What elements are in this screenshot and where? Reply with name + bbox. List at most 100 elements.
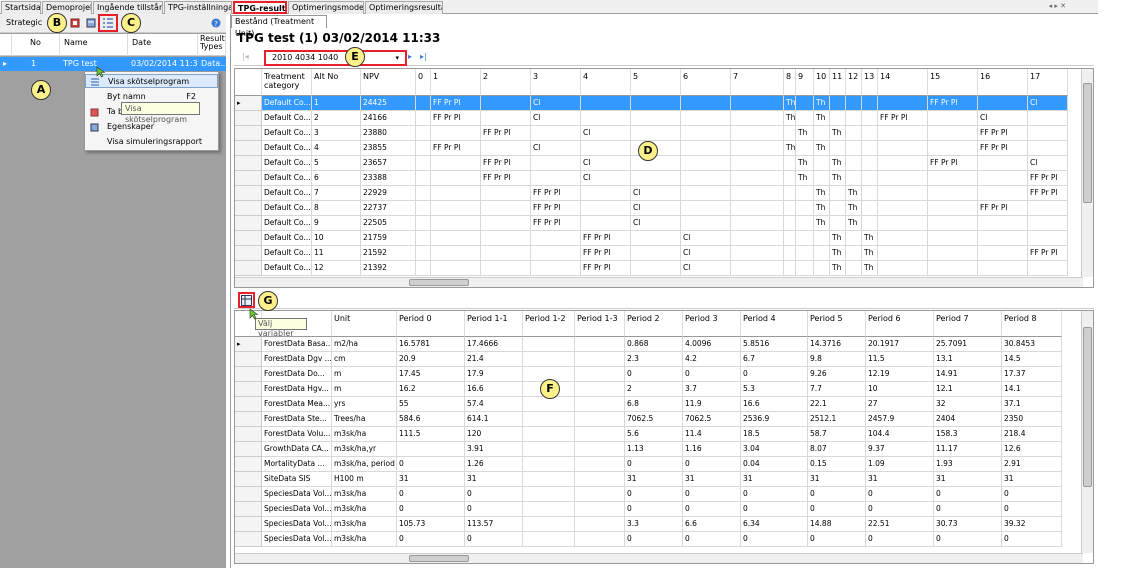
variable-cell[interactable]: 0 <box>683 457 741 472</box>
treatment-cell[interactable] <box>928 111 978 126</box>
treatment-cell[interactable]: Th <box>830 156 846 171</box>
row-indicator[interactable] <box>235 216 262 231</box>
treatment-col-header[interactable]: 8 <box>784 69 796 96</box>
variable-col-header[interactable]: Period 4 <box>741 311 808 337</box>
variable-cell[interactable] <box>575 472 625 487</box>
row-indicator[interactable] <box>235 487 262 502</box>
treatment-cell[interactable]: FF Pr Pl <box>928 156 978 171</box>
variable-cell[interactable]: 20.1917 <box>866 337 934 352</box>
variable-cell[interactable]: 31 <box>866 472 934 487</box>
variable-col-header[interactable]: Period 1-2 <box>523 311 575 337</box>
treatment-cell[interactable]: Default Co... <box>262 141 312 156</box>
variable-cell[interactable]: 12.6 <box>1002 442 1062 457</box>
variable-cell[interactable]: 0.15 <box>808 457 866 472</box>
variable-cell[interactable]: 22.1 <box>808 397 866 412</box>
export-icon[interactable] <box>70 18 80 28</box>
variable-cell[interactable]: 0 <box>808 532 866 547</box>
treatment-cell[interactable] <box>681 111 731 126</box>
treatment-col-header[interactable]: 6 <box>681 69 731 96</box>
variable-cell[interactable]: 0 <box>397 487 465 502</box>
variable-cell[interactable] <box>575 457 625 472</box>
variable-cell[interactable]: 16.6 <box>741 397 808 412</box>
row-indicator[interactable] <box>235 427 262 442</box>
treatment-cell[interactable] <box>731 246 784 261</box>
treatment-cell[interactable] <box>830 96 846 111</box>
result-row-tpg-test[interactable]: ▸ 1 TPG test 03/02/2014 11:33 Data... <box>0 57 226 71</box>
treatment-unit-select[interactable]: 2010 4034 1040 ▾ <box>264 50 407 66</box>
variable-cell[interactable]: 4.0096 <box>683 337 741 352</box>
treatment-cell[interactable]: 22929 <box>361 186 416 201</box>
treatment-cell[interactable] <box>846 141 862 156</box>
treatment-cell[interactable] <box>796 96 814 111</box>
treatment-cell[interactable] <box>784 126 796 141</box>
treatment-cell[interactable] <box>631 96 681 111</box>
variable-cell[interactable]: 0 <box>683 367 741 382</box>
variable-cell[interactable]: 4.2 <box>683 352 741 367</box>
variable-cell[interactable]: 120 <box>465 427 523 442</box>
treatment-col-header[interactable]: 0 <box>416 69 431 96</box>
treatment-cell[interactable] <box>1028 111 1068 126</box>
variable-cell[interactable]: m <box>332 382 397 397</box>
treatment-cell[interactable]: Cl <box>581 156 631 171</box>
treatment-cell[interactable]: Th <box>814 96 830 111</box>
tab-tpg-resultat[interactable]: TPG-resultat <box>233 1 287 14</box>
treatment-cell[interactable] <box>846 111 862 126</box>
treatment-cell[interactable] <box>731 111 784 126</box>
variable-cell[interactable]: 14.88 <box>808 517 866 532</box>
variable-cell[interactable]: 20.9 <box>397 352 465 367</box>
variable-cell[interactable] <box>575 352 625 367</box>
variable-cell[interactable] <box>523 517 575 532</box>
treatment-cell[interactable]: Cl <box>681 246 731 261</box>
treatment-cell[interactable] <box>531 156 581 171</box>
treatment-cell[interactable]: Cl <box>631 201 681 216</box>
treatment-cell[interactable] <box>846 96 862 111</box>
treatment-cell[interactable]: Cl <box>978 111 1028 126</box>
variable-cell[interactable] <box>575 397 625 412</box>
variable-cell[interactable]: SpeciesData Vol... <box>262 517 332 532</box>
treatment-cell[interactable]: Default Co... <box>262 201 312 216</box>
tab-scroll-arrows[interactable]: ◂ ▸ ✕ <box>1049 2 1066 10</box>
variable-cell[interactable]: 31 <box>465 472 523 487</box>
treatment-cell[interactable]: 22505 <box>361 216 416 231</box>
col-header-no[interactable]: No <box>28 34 60 56</box>
variable-col-header[interactable]: Period 8 <box>1002 311 1062 337</box>
variable-cell[interactable]: 31 <box>808 472 866 487</box>
treatment-cell[interactable] <box>1028 141 1068 156</box>
variable-cell[interactable]: 11.4 <box>683 427 741 442</box>
variable-cell[interactable]: 12.1 <box>934 382 1002 397</box>
treatment-cell[interactable] <box>796 186 814 201</box>
treatment-cell[interactable]: FF Pr Pl <box>878 111 928 126</box>
treatment-cell[interactable] <box>878 201 928 216</box>
treatment-cell[interactable] <box>814 126 830 141</box>
variable-cell[interactable]: 13.1 <box>934 352 1002 367</box>
lower-grid-vertical-scrollbar[interactable] <box>1081 311 1093 553</box>
row-indicator[interactable] <box>235 517 262 532</box>
row-indicator[interactable] <box>235 156 262 171</box>
tab-tpg-installningar[interactable]: TPG-inställningar <box>164 1 232 14</box>
variable-cell[interactable] <box>523 337 575 352</box>
variable-cell[interactable]: 31 <box>741 472 808 487</box>
treatment-cell[interactable] <box>846 231 862 246</box>
treatment-col-header[interactable]: 9 <box>796 69 814 96</box>
menu-item-visa-simuleringsrapport[interactable]: Visa simuleringsrapport <box>85 135 218 149</box>
treatment-cell[interactable]: Th <box>846 201 862 216</box>
variable-col-header[interactable]: Period 0 <box>397 311 465 337</box>
treatment-cell[interactable]: FF Pr Pl <box>1028 186 1068 201</box>
treatment-cell[interactable] <box>1028 126 1068 141</box>
treatment-cell[interactable]: Cl <box>631 186 681 201</box>
variable-cell[interactable]: 584.6 <box>397 412 465 427</box>
treatment-cell[interactable] <box>731 201 784 216</box>
variable-cell[interactable]: 0 <box>741 502 808 517</box>
variable-cell[interactable]: 17.4666 <box>465 337 523 352</box>
variable-cell[interactable]: m3sk/ha,yr <box>332 442 397 457</box>
variable-cell[interactable] <box>575 517 625 532</box>
variable-cell[interactable]: 0 <box>1002 532 1062 547</box>
row-indicator[interactable] <box>235 171 262 186</box>
variable-cell[interactable]: 0 <box>741 367 808 382</box>
variable-cell[interactable]: 104.4 <box>866 427 934 442</box>
treatment-cell[interactable] <box>631 231 681 246</box>
treatment-cell[interactable]: FF Pr Pl <box>581 231 631 246</box>
treatment-cell[interactable] <box>481 261 531 276</box>
treatment-cell[interactable]: 7 <box>312 186 361 201</box>
variable-cell[interactable]: 11.5 <box>866 352 934 367</box>
